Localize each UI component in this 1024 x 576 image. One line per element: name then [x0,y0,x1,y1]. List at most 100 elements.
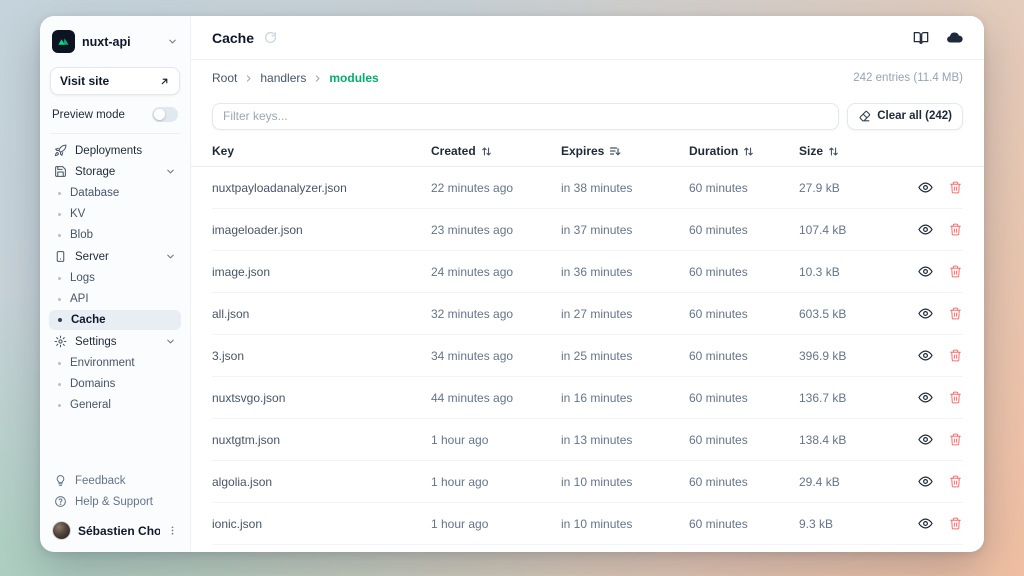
visit-site-label: Visit site [60,74,109,88]
cell-duration: 60 minutes [689,475,799,489]
cell-key: algolia.json [212,475,431,489]
cell-created: 1 hour ago [431,433,561,447]
sidebar-item-api[interactable]: API [49,289,181,309]
column-header-key: Key [212,144,431,158]
view-entry-button[interactable] [918,264,933,279]
cell-size: 603.5 kB [799,307,891,321]
cell-size: 138.4 kB [799,433,891,447]
delete-entry-button[interactable] [949,475,962,488]
view-entry-button[interactable] [918,474,933,489]
visit-site-button[interactable]: Visit site [50,67,180,95]
column-label: Duration [689,144,738,158]
delete-entry-button[interactable] [949,517,962,530]
cell-created: 44 minutes ago [431,391,561,405]
lightbulb-icon [54,474,67,487]
table-row[interactable]: 3.json 34 minutes ago in 25 minutes 60 m… [212,335,963,377]
app-window: nuxt-api Visit site Preview mode Deploym… [40,16,984,552]
clear-all-button[interactable]: Clear all (242) [847,103,963,130]
delete-entry-button[interactable] [949,433,962,446]
sidebar-item-domains[interactable]: Domains [49,374,181,394]
table-row[interactable]: nuxtpayloadanalyzer.json 22 minutes ago … [212,167,963,209]
column-header-size: Size [799,144,891,158]
breadcrumb-item-handlers[interactable]: handlers [260,71,306,85]
sidebar-item-logs[interactable]: Logs [49,268,181,288]
sidebar-item-environment[interactable]: Environment [49,353,181,373]
sidebar-item-label: KV [70,208,85,220]
cell-expires: in 36 minutes [561,265,689,279]
chevron-right-icon [244,74,253,83]
cell-created: 1 hour ago [431,517,561,531]
workspace-selector[interactable]: nuxt-api [49,28,181,53]
sidebar-item-server[interactable]: Server [49,246,181,267]
sidebar-item-label: Environment [70,357,135,369]
cell-size: 27.9 kB [799,181,891,195]
user-avatar [52,521,71,540]
table-row[interactable]: all.json 32 minutes ago in 27 minutes 60… [212,293,963,335]
view-entry-button[interactable] [918,390,933,405]
sidebar-item-kv[interactable]: KV [49,204,181,224]
footer-item-label: Feedback [75,475,126,487]
breadcrumb-row: Roothandlersmodules 242 entries (11.4 MB… [191,60,984,96]
delete-entry-button[interactable] [949,349,962,362]
cell-expires: in 27 minutes [561,307,689,321]
cloudflare-icon[interactable] [945,31,963,45]
cell-size: 136.7 kB [799,391,891,405]
table-row[interactable]: nuxtsvgo.json 44 minutes ago in 16 minut… [212,377,963,419]
sidebar-item-help-support[interactable]: Help & Support [49,491,181,512]
sidebar-item-general[interactable]: General [49,395,181,415]
breadcrumb-item-modules[interactable]: modules [329,71,378,85]
cell-created: 32 minutes ago [431,307,561,321]
sort-arrows-icon[interactable] [743,146,754,157]
sidebar-item-database[interactable]: Database [49,183,181,203]
chevron-down-icon [165,251,176,262]
cell-expires: in 10 minutes [561,475,689,489]
book-open-icon[interactable] [913,30,929,46]
delete-entry-button[interactable] [949,307,962,320]
sidebar-item-feedback[interactable]: Feedback [49,470,181,491]
table-row[interactable]: nuxtgtm.json 1 hour ago in 13 minutes 60… [212,419,963,461]
view-entry-button[interactable] [918,180,933,195]
storage-icon [54,165,67,178]
refresh-icon[interactable] [264,31,277,44]
cell-created: 23 minutes ago [431,223,561,237]
sidebar-item-label: Storage [75,166,157,178]
cell-duration: 60 minutes [689,265,799,279]
preview-mode-toggle[interactable] [152,107,178,122]
delete-entry-button[interactable] [949,181,962,194]
sidebar-item-settings[interactable]: Settings [49,331,181,352]
sidebar-item-storage[interactable]: Storage [49,161,181,182]
table-body: nuxtpayloadanalyzer.json 22 minutes ago … [191,167,984,552]
workspace-name: nuxt-api [82,35,160,49]
table-row[interactable]: image.json 24 minutes ago in 36 minutes … [212,251,963,293]
view-entry-button[interactable] [918,516,933,531]
delete-entry-button[interactable] [949,223,962,236]
view-entry-button[interactable] [918,432,933,447]
user-menu[interactable]: Sébastien Cho... [49,512,181,542]
rocket-icon [54,144,67,157]
sidebar-item-label: Cache [71,314,106,326]
delete-entry-button[interactable] [949,265,962,278]
cell-duration: 60 minutes [689,517,799,531]
cell-duration: 60 minutes [689,391,799,405]
view-entry-button[interactable] [918,348,933,363]
cell-size: 107.4 kB [799,223,891,237]
delete-entry-button[interactable] [949,391,962,404]
cell-expires: in 13 minutes [561,433,689,447]
sidebar-item-cache[interactable]: Cache [49,310,181,330]
breadcrumb-item-root[interactable]: Root [212,71,237,85]
view-entry-button[interactable] [918,222,933,237]
table-row[interactable]: imageloader.json 23 minutes ago in 37 mi… [212,209,963,251]
filter-keys-input[interactable] [212,103,839,130]
bars-arrow-down-icon[interactable] [609,145,621,157]
table-row[interactable]: algolia.json 1 hour ago in 10 minutes 60… [212,461,963,503]
table-row[interactable]: ionic.json 1 hour ago in 10 minutes 60 m… [212,503,963,545]
cell-size: 10.3 kB [799,265,891,279]
view-entry-button[interactable] [918,306,933,321]
sort-arrows-icon[interactable] [828,146,839,157]
user-name: Sébastien Cho... [78,524,160,538]
chevron-down-icon [165,336,176,347]
sidebar-item-deployments[interactable]: Deployments [49,140,181,161]
sort-arrows-icon[interactable] [481,146,492,157]
chevron-right-icon [313,74,322,83]
sidebar-item-blob[interactable]: Blob [49,225,181,245]
